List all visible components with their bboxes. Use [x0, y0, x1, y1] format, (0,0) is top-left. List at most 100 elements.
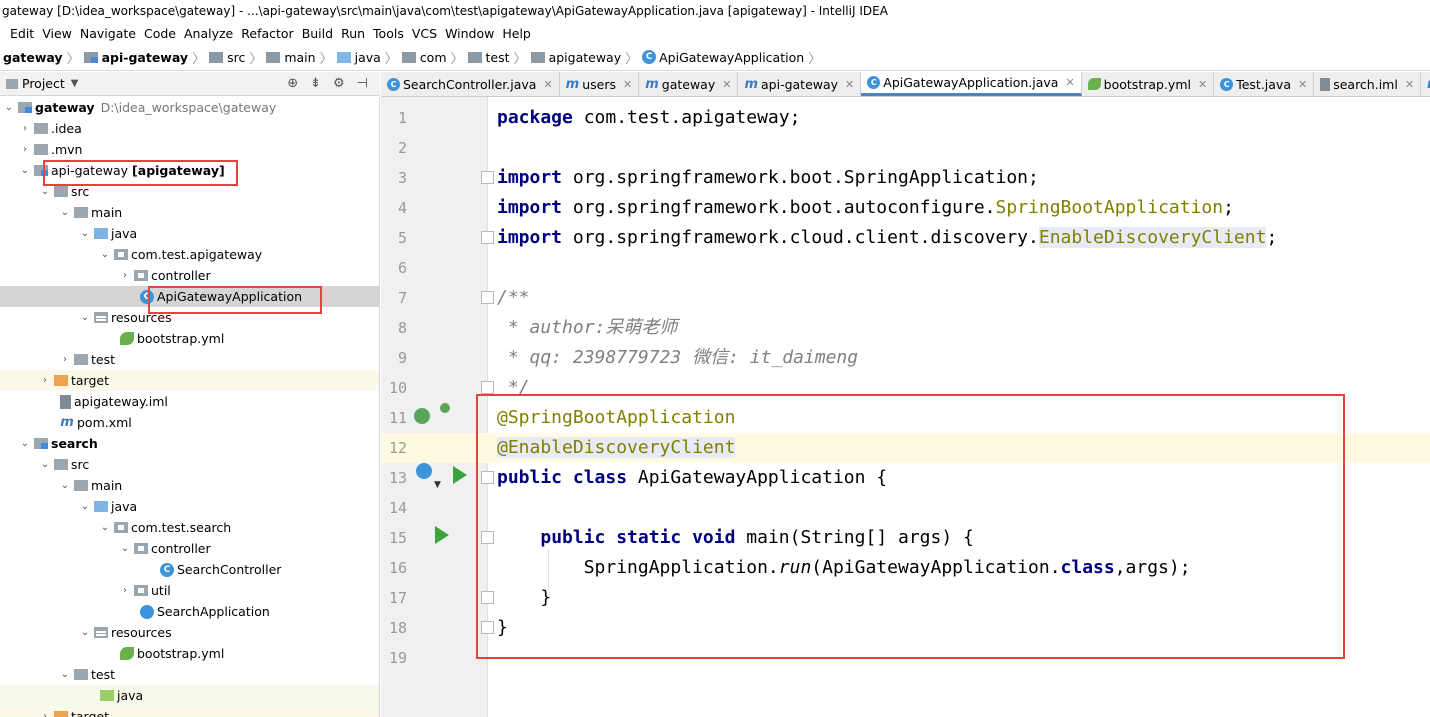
chevron-down-icon[interactable]: ⌄: [78, 622, 92, 643]
tree-node-apigateway-iml[interactable]: apigateway.iml: [0, 391, 379, 412]
fold-marker-icon[interactable]: [481, 621, 494, 634]
project-panel-title[interactable]: Project: [22, 76, 65, 91]
code-line-3[interactable]: import org.springframework.boot.SpringAp…: [497, 163, 1039, 193]
fold-marker-icon[interactable]: [481, 231, 494, 244]
code-line-8[interactable]: * author:呆萌老师: [497, 313, 678, 343]
tree-node-search-java[interactable]: ⌄ java: [0, 496, 379, 517]
fold-marker-icon[interactable]: [481, 471, 494, 484]
chevron-down-icon[interactable]: ⌄: [18, 433, 32, 454]
fold-marker-icon[interactable]: [481, 291, 494, 304]
chevron-down-icon[interactable]: ⌄: [98, 244, 112, 265]
tree-node-package-search[interactable]: ⌄ com.test.search: [0, 517, 379, 538]
breadcrumb-src[interactable]: src: [209, 50, 245, 65]
run-main-icon[interactable]: [435, 526, 449, 544]
menu-refactor[interactable]: Refactor: [241, 26, 293, 41]
code-line-4[interactable]: import org.springframework.boot.autoconf…: [497, 193, 1234, 223]
chevron-down-icon[interactable]: ⌄: [38, 454, 52, 475]
menu-analyze[interactable]: Analyze: [184, 26, 233, 41]
close-icon[interactable]: ✕: [1405, 78, 1414, 91]
tab-bootstrap-yml[interactable]: bootstrap.yml ✕: [1082, 72, 1215, 96]
code-line-5[interactable]: import org.springframework.cloud.client.…: [497, 223, 1277, 253]
menu-help[interactable]: Help: [502, 26, 531, 41]
menu-view[interactable]: View: [42, 26, 72, 41]
code-line-9[interactable]: * qq: 2398779723 微信: it_daimeng: [497, 343, 858, 373]
tree-node-search-resources[interactable]: ⌄ resources: [0, 622, 379, 643]
tree-node-resources[interactable]: ⌄ resources: [0, 307, 379, 328]
menu-vcs[interactable]: VCS: [412, 26, 437, 41]
tree-node-src[interactable]: ⌄ src: [0, 181, 379, 202]
close-icon[interactable]: ✕: [1065, 76, 1074, 89]
chevron-down-icon[interactable]: ⌄: [98, 517, 112, 538]
chevron-down-icon[interactable]: ⌄: [58, 475, 72, 496]
menu-edit[interactable]: Edit: [10, 26, 34, 41]
tree-node-search[interactable]: ⌄ search: [0, 433, 379, 454]
chevron-down-icon[interactable]: ⌄: [78, 307, 92, 328]
close-icon[interactable]: ✕: [543, 78, 552, 91]
fold-marker-icon[interactable]: [481, 381, 494, 394]
tree-node-searchcontroller[interactable]: C SearchController: [0, 559, 379, 580]
tab-search[interactable]: msea: [1421, 72, 1430, 96]
tree-node-search-test[interactable]: ⌄ test: [0, 664, 379, 685]
chevron-down-icon[interactable]: ⌄: [58, 664, 72, 685]
menu-run[interactable]: Run: [341, 26, 365, 41]
tree-node-target[interactable]: › target: [0, 370, 379, 391]
tree-node-mvn[interactable]: › .mvn: [0, 139, 379, 160]
breadcrumb-apigateway[interactable]: apigateway: [530, 50, 621, 65]
breadcrumb-api-gateway[interactable]: api-gateway: [83, 50, 188, 65]
chevron-right-icon[interactable]: ›: [118, 265, 132, 286]
tree-node-idea[interactable]: › .idea: [0, 118, 379, 139]
fold-marker-icon[interactable]: [481, 591, 494, 604]
tree-node-apigatewayapplication[interactable]: C ApiGatewayApplication: [0, 286, 379, 307]
dropdown-arrow-icon[interactable]: ▼: [434, 480, 441, 490]
tree-node-search-src[interactable]: ⌄ src: [0, 454, 379, 475]
code-line-11[interactable]: @SpringBootApplication: [497, 403, 735, 433]
menu-build[interactable]: Build: [302, 26, 333, 41]
collapse-icon[interactable]: ⇟: [310, 76, 321, 91]
code-line-17[interactable]: }: [497, 583, 551, 613]
tree-node-search-controller[interactable]: ⌄ controller: [0, 538, 379, 559]
chevron-down-icon[interactable]: ⌄: [38, 181, 52, 202]
locate-icon[interactable]: ⊕: [287, 76, 298, 91]
fold-marker-icon[interactable]: [481, 171, 494, 184]
hide-icon[interactable]: ⊣: [357, 76, 368, 91]
breadcrumb-main[interactable]: main: [266, 50, 316, 65]
code-line-10[interactable]: */: [497, 373, 530, 403]
breadcrumb-gateway[interactable]: gateway: [3, 50, 63, 65]
tree-node-search-bootstrap-yml[interactable]: bootstrap.yml: [0, 643, 379, 664]
fold-marker-icon[interactable]: [481, 531, 494, 544]
menu-tools[interactable]: Tools: [373, 26, 404, 41]
code-line-18[interactable]: }: [497, 613, 508, 643]
code-line-16[interactable]: SpringApplication.run(ApiGatewayApplicat…: [497, 553, 1191, 583]
breadcrumb-test[interactable]: test: [467, 50, 510, 65]
chevron-down-icon[interactable]: ⌄: [18, 160, 32, 181]
tree-node-pom-xml[interactable]: m pom.xml: [0, 412, 379, 433]
tree-node-api-gateway[interactable]: ⌄ api-gateway [apigateway]: [0, 160, 379, 181]
breadcrumb-com[interactable]: com: [401, 50, 447, 65]
tree-node-bootstrap-yml[interactable]: bootstrap.yml: [0, 328, 379, 349]
tree-node-gateway[interactable]: ⌄ gateway D:\idea_workspace\gateway: [0, 97, 379, 118]
chevron-down-icon[interactable]: ▼: [71, 78, 79, 89]
tree-node-main[interactable]: ⌄ main: [0, 202, 379, 223]
chevron-down-icon[interactable]: ⌄: [78, 223, 92, 244]
chevron-down-icon[interactable]: ⌄: [118, 538, 132, 559]
chevron-right-icon[interactable]: ›: [38, 370, 52, 391]
code-line-7[interactable]: /**: [497, 283, 530, 313]
close-icon[interactable]: ✕: [845, 78, 854, 91]
chevron-right-icon[interactable]: ›: [38, 706, 52, 717]
chevron-down-icon[interactable]: ⌄: [2, 97, 16, 118]
tree-node-search-test-java[interactable]: java: [0, 685, 379, 706]
code-line-1[interactable]: package com.test.apigateway;: [497, 103, 800, 133]
tree-node-search-main[interactable]: ⌄ main: [0, 475, 379, 496]
run-class-icon[interactable]: [453, 466, 467, 484]
chevron-down-icon[interactable]: ⌄: [78, 496, 92, 517]
tree-node-searchapplication[interactable]: SearchApplication: [0, 601, 379, 622]
chevron-down-icon[interactable]: ⌄: [58, 202, 72, 223]
menu-code[interactable]: Code: [144, 26, 176, 41]
code-line-13[interactable]: public class ApiGatewayApplication {: [497, 463, 887, 493]
tab-gateway[interactable]: m gateway ✕: [639, 72, 739, 96]
chevron-right-icon[interactable]: ›: [18, 118, 32, 139]
spring-config-icon[interactable]: [440, 403, 450, 413]
tree-node-controller[interactable]: › controller: [0, 265, 379, 286]
spring-bean-icon[interactable]: [414, 408, 430, 424]
tree-node-java[interactable]: ⌄ java: [0, 223, 379, 244]
